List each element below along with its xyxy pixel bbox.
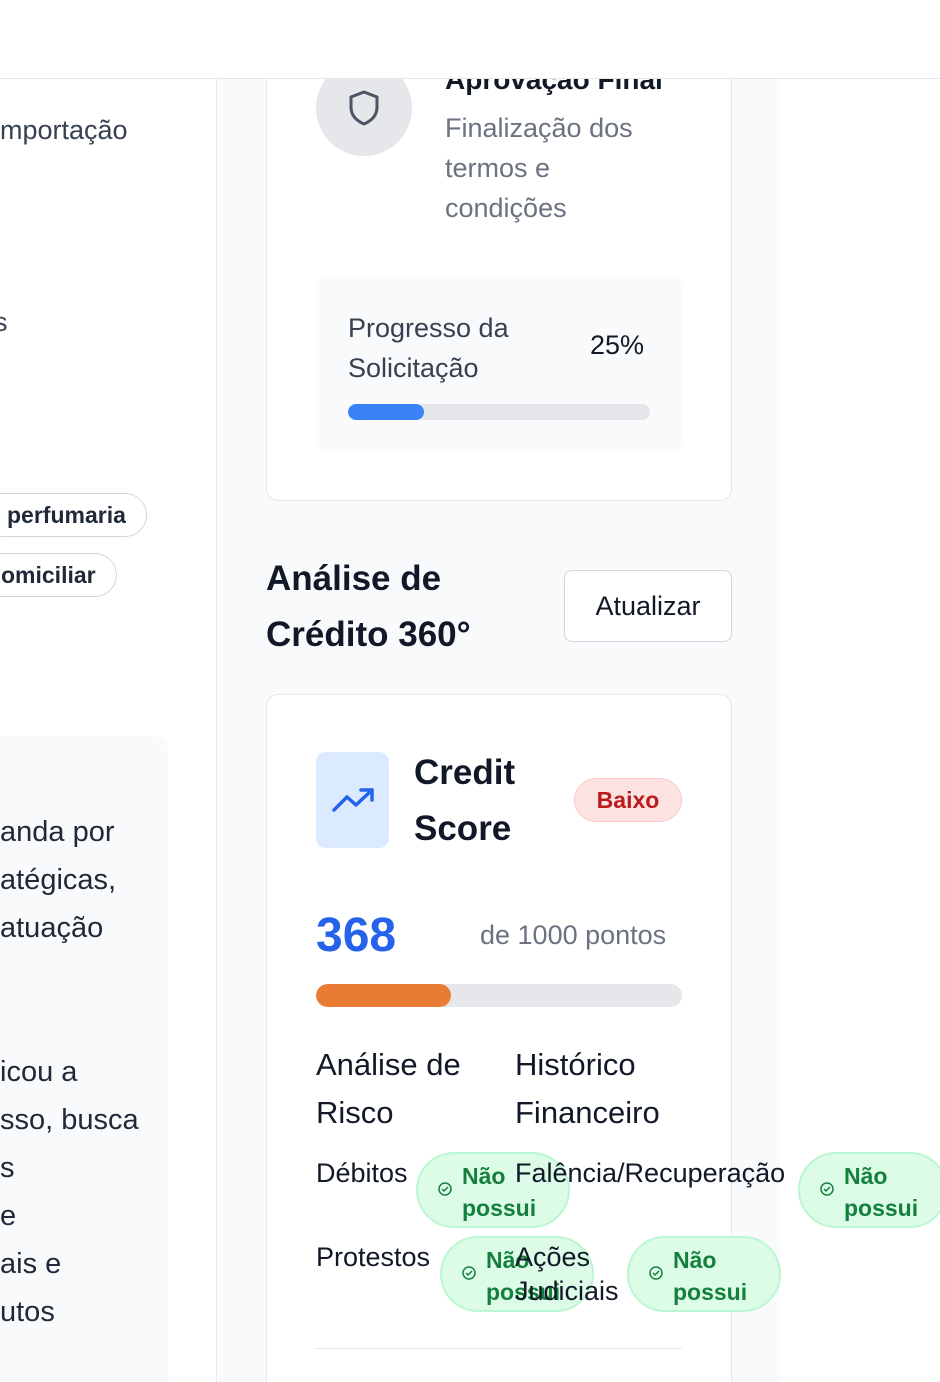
tag-domiciliar: omiciliar [0,553,117,597]
description-line: atégicas, [0,864,117,896]
credit-score-value: 368 [316,909,397,962]
bell-icon[interactable] [848,0,880,26]
credit-score-bar [316,984,682,1007]
description-line: icou a [0,1056,78,1088]
bankruptcy-status-text: Não possui [844,1163,919,1221]
description-line: sso, busca [0,1104,139,1136]
description-line: s [0,1152,15,1184]
left-text-importacao: mportação [0,115,128,145]
tag-perfumaria: perfumaria [0,493,147,537]
credit-analysis-title: Análise de Crédito 360° [266,559,471,654]
check-circle-icon [649,1266,663,1280]
request-progress-bar [348,404,650,420]
credit-score-max: de 1000 pontos [480,920,667,950]
left-text-fragment: s [0,307,8,338]
description-line: anda por [0,816,115,848]
request-progress-percent: 25% [590,330,645,360]
description-line: atuação [0,912,104,944]
trending-up-icon [316,752,389,848]
bankruptcy-label: Falência/Recuperação [515,1158,786,1188]
approval-step-description: Finalização dos termos e condições [445,113,633,223]
protests-label: Protestos [316,1242,431,1272]
risk-level-badge: Baixo [574,778,682,822]
top-bar [0,0,940,79]
check-circle-icon [462,1266,476,1280]
check-circle-icon [438,1182,452,1196]
description-line: ais e [0,1248,62,1280]
debits-label: Débitos [316,1158,408,1188]
request-progress-label: Progresso da Solicitação [348,313,509,383]
left-panel: mportação s perfumaria omiciliar anda po… [0,79,217,1382]
risk-analysis-heading: Análise de Risco [316,1047,461,1130]
section-divider [316,1348,682,1349]
financial-history-heading: Histórico Financeiro [515,1047,660,1130]
bankruptcy-status-badge: Não possui [798,1152,940,1228]
lawsuits-status-text: Não possui [673,1247,748,1305]
refresh-button[interactable]: Atualizar [564,570,732,642]
description-line: utos [0,1296,55,1328]
credit-score-fill [316,984,451,1007]
check-circle-icon [820,1182,834,1196]
lawsuits-status-badge: Não possui [627,1236,781,1312]
credit-score-title: Credit Score [414,753,516,848]
request-progress-fill [348,404,424,420]
description-line: e [0,1200,17,1232]
lawsuits-label: Ações Judiciais [515,1242,619,1306]
